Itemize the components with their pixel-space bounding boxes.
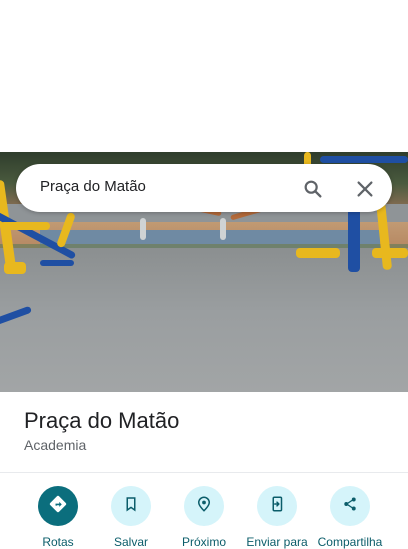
search-input[interactable]: Praça do Matão xyxy=(40,178,146,195)
share-label: Compartilha xyxy=(317,535,383,549)
nearby-icon xyxy=(195,495,213,518)
place-category[interactable]: Academia xyxy=(24,437,86,453)
bookmark-icon xyxy=(122,495,140,518)
nearby-button[interactable]: Próximo xyxy=(166,486,242,549)
send-to-device-icon xyxy=(268,495,286,518)
send-to-device-button[interactable]: Enviar para xyxy=(239,486,315,549)
search-bar[interactable]: Praça do Matão xyxy=(16,164,392,212)
directions-button[interactable]: Rotas xyxy=(20,486,96,549)
divider xyxy=(0,472,408,473)
directions-label: Rotas xyxy=(42,535,74,549)
nearby-label: Próximo xyxy=(181,535,226,549)
blank-map-area xyxy=(0,0,408,152)
share-button[interactable]: Compartilha xyxy=(312,486,388,549)
save-label: Salvar xyxy=(113,535,148,549)
share-icon xyxy=(341,495,359,518)
close-icon[interactable] xyxy=(354,178,376,200)
send-to-device-label: Enviar para xyxy=(246,535,308,549)
search-icon[interactable] xyxy=(302,178,324,200)
directions-icon xyxy=(48,494,68,519)
place-name: Praça do Matão xyxy=(24,408,180,433)
save-button[interactable]: Salvar xyxy=(93,486,169,549)
